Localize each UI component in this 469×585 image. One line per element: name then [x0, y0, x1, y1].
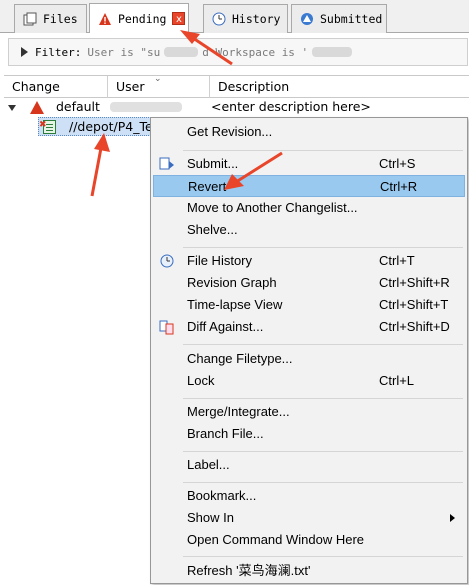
menu-item-branch-file[interactable]: Branch File...: [153, 423, 465, 445]
diff-icon: [159, 319, 175, 335]
collapse-icon[interactable]: [8, 104, 16, 111]
pending-changelist-icon: [29, 101, 44, 114]
menu-item-revert[interactable]: Revert Ctrl+R: [153, 175, 465, 197]
menu-item-refresh[interactable]: Refresh '菜鸟海澜.txt': [153, 560, 465, 582]
menu-item-revision-graph[interactable]: Revision Graph Ctrl+Shift+R: [153, 272, 465, 294]
tab-pending[interactable]: Pending x: [89, 3, 189, 33]
column-header-description[interactable]: Description: [210, 76, 469, 98]
column-header-change[interactable]: Change: [4, 76, 108, 98]
menu-item-get-revision[interactable]: Get Revision...: [153, 121, 465, 143]
tab-history-label: History: [232, 12, 281, 26]
menu-item-move-to-changelist[interactable]: Move to Another Changelist...: [153, 197, 465, 219]
file-path: //depot/P4_Te: [69, 119, 153, 134]
tab-submitted[interactable]: Submitted: [291, 4, 387, 33]
tab-files[interactable]: Files: [14, 4, 87, 33]
table-header: Change User Description ⌄: [4, 74, 469, 98]
redacted-text: [312, 47, 353, 57]
pending-warning-icon: [98, 12, 112, 26]
expand-filter-icon[interactable]: [21, 47, 28, 57]
menu-item-file-history[interactable]: File History Ctrl+T: [153, 250, 465, 272]
sort-indicator-icon: ⌄: [154, 74, 162, 84]
tab-bar: Files Pending x History Submitted: [0, 0, 469, 33]
context-menu: Get Revision... Submit... Ctrl+S Revert Ct…: [150, 117, 468, 584]
menu-item-bookmark[interactable]: Bookmark...: [153, 485, 465, 507]
history-icon: [159, 253, 175, 269]
table-row[interactable]: default <enter description here>: [8, 97, 468, 117]
menu-item-shelve[interactable]: Shelve...: [153, 219, 465, 241]
menu-item-submit[interactable]: Submit... Ctrl+S: [153, 153, 465, 175]
menu-item-time-lapse-view[interactable]: Time-lapse View Ctrl+Shift+T: [153, 294, 465, 316]
menu-item-label[interactable]: Label...: [153, 454, 465, 476]
history-icon: [212, 12, 226, 26]
tab-history[interactable]: History: [203, 4, 288, 33]
changelist-name: default: [55, 99, 100, 114]
filter-text-mid: d Workspace is ': [202, 45, 309, 59]
tab-submitted-label: Submitted: [320, 12, 383, 26]
redacted-user: [110, 102, 182, 112]
menu-item-change-filetype[interactable]: Change Filetype...: [153, 348, 465, 370]
selected-file-row[interactable]: ✖ //depot/P4_Te: [38, 117, 153, 136]
menu-item-show-in[interactable]: Show In: [153, 507, 465, 529]
filter-bar[interactable]: Filter: User is "su d Workspace is ': [8, 38, 468, 66]
open-for-edit-icon: ✖: [39, 120, 47, 130]
menu-item-lock[interactable]: Lock Ctrl+L: [153, 370, 465, 392]
tab-pending-label: Pending: [118, 11, 167, 26]
filter-label: Filter:: [35, 45, 82, 59]
menu-item-open-command-window[interactable]: Open Command Window Here: [153, 529, 465, 551]
submitted-icon: [300, 12, 314, 26]
files-icon: [23, 12, 37, 26]
close-tab-icon[interactable]: x: [172, 12, 186, 25]
filter-text-start: User is "su: [87, 45, 161, 59]
submenu-arrow-icon: [450, 514, 455, 522]
submit-icon: [159, 156, 175, 172]
tab-files-label: Files: [43, 12, 78, 26]
changelist-description: <enter description here>: [211, 99, 371, 114]
redacted-text: [164, 47, 199, 57]
menu-item-diff-against[interactable]: Diff Against... Ctrl+Shift+D: [153, 316, 465, 338]
menu-item-merge-integrate[interactable]: Merge/Integrate...: [153, 401, 465, 423]
